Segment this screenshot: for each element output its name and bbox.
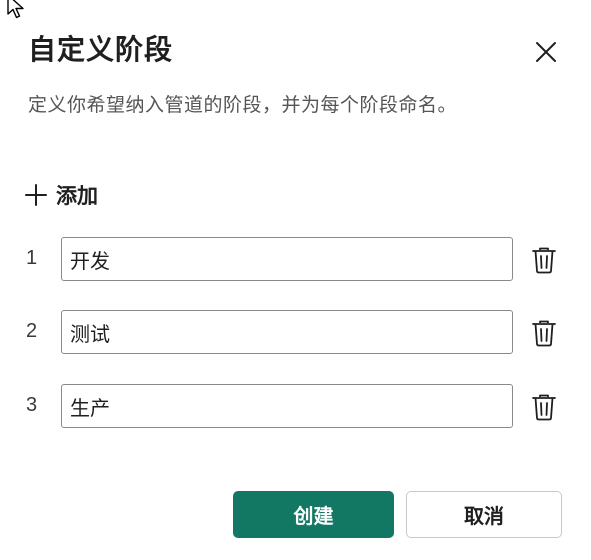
stage-number: 1: [26, 247, 38, 269]
stage-name-input[interactable]: [61, 237, 513, 281]
dialog-title: 自定义阶段: [28, 33, 174, 66]
delete-stage-button[interactable]: [528, 390, 560, 424]
stage-name-input[interactable]: [61, 310, 513, 354]
stage-number: 2: [26, 320, 38, 342]
plus-icon: [25, 184, 47, 206]
add-stage-label: 添加: [56, 184, 98, 208]
trash-icon: [532, 394, 556, 421]
stage-number: 3: [26, 394, 38, 416]
trash-icon: [532, 320, 556, 347]
stage-row: 3: [0, 384, 591, 430]
mouse-cursor-icon: [7, 0, 24, 19]
stage-row: 1: [0, 237, 591, 283]
cancel-button[interactable]: 取消: [406, 491, 562, 538]
create-button[interactable]: 创建: [233, 491, 394, 538]
dialog-description: 定义你希望纳入管道的阶段，并为每个阶段命名。: [28, 94, 458, 116]
stage-row: 2: [0, 310, 591, 356]
close-icon: [536, 42, 556, 62]
delete-stage-button[interactable]: [528, 316, 560, 350]
stage-name-input[interactable]: [61, 384, 513, 428]
add-stage-button[interactable]: 添加: [24, 178, 98, 212]
delete-stage-button[interactable]: [528, 243, 560, 277]
trash-icon: [532, 247, 556, 274]
close-button[interactable]: [531, 37, 561, 67]
